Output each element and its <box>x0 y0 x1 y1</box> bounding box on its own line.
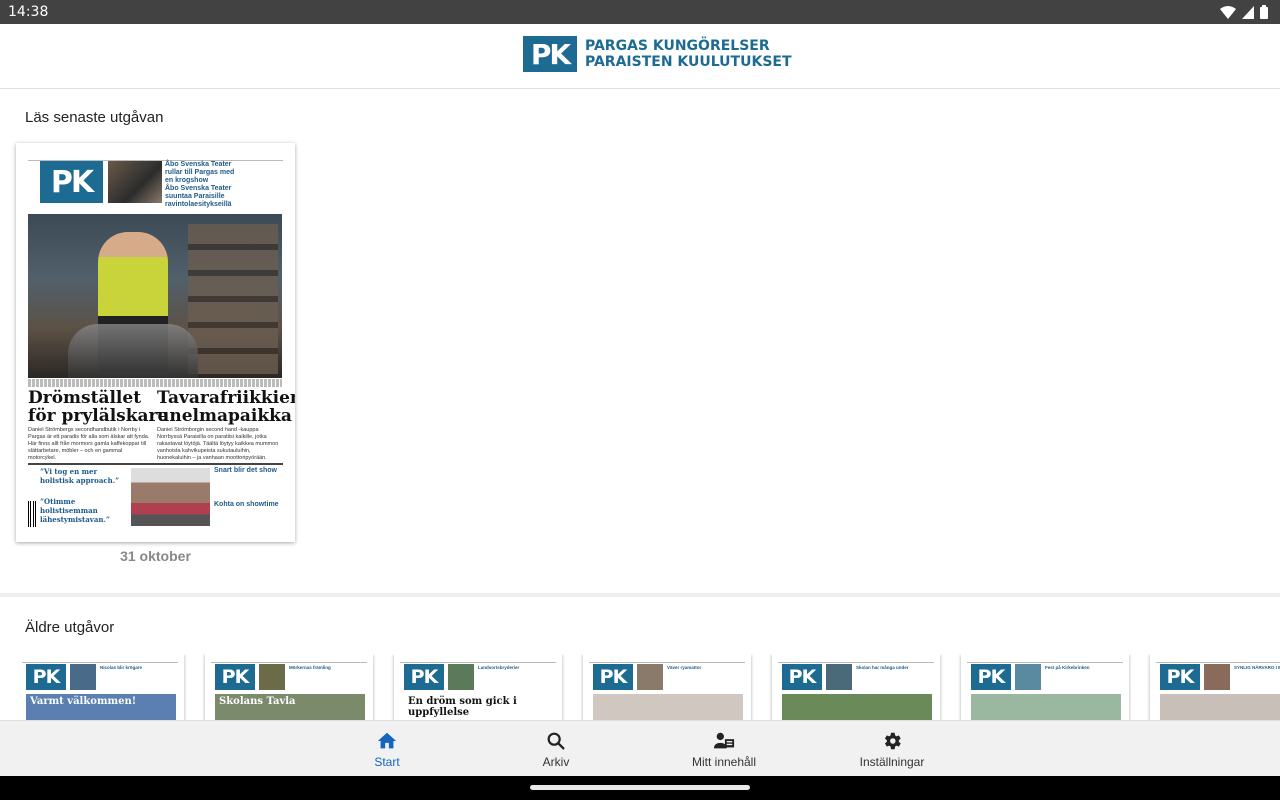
cover-teaser2-line3: ravintolaesitykseillä <box>165 201 232 208</box>
older-issue-teaser: Fest på Kirkebrinken <box>1045 665 1090 670</box>
older-issue-photo <box>782 694 932 720</box>
older-issue-thumbnail[interactable]: PK Landsortsbryderier En dröm som gick i u… <box>394 654 562 720</box>
nav-my-content[interactable]: Mitt innehåll <box>684 721 764 777</box>
home-icon <box>377 732 397 748</box>
older-issue-teaser: Landsortsbryderier <box>478 665 520 670</box>
cover-teaser1-line3: en krogshow <box>165 177 209 184</box>
older-issues-list[interactable]: PK Nicolas blir krögare Varmt välkommen! PK… <box>16 654 1280 720</box>
cover-teaser-image <box>108 161 162 203</box>
home-gesture-handle[interactable] <box>530 785 750 790</box>
older-issue-banner: Varmt välkommen! <box>30 696 137 707</box>
older-issue-logo: PK <box>971 664 1011 690</box>
older-issue-image <box>259 664 285 690</box>
nav-archive[interactable]: Arkiv <box>526 721 586 777</box>
bottom-navigation: Start Arkiv Mitt innehåll Inställningar <box>0 720 1280 777</box>
older-issue-thumbnail[interactable]: PK Mörkernas främling Skolans Tavla <box>205 654 373 720</box>
status-bar: 14:38 <box>0 0 1280 24</box>
older-issue-teaser: Nicolas blir krögare <box>100 665 143 670</box>
latest-section-title: Läs senaste utgåvan <box>25 109 164 126</box>
search-icon <box>547 732 565 750</box>
older-issue-teaser: Skolan har många under <box>856 665 909 670</box>
older-issue-image <box>1015 664 1041 690</box>
older-issue-banner: Skolans Tavla <box>219 696 296 707</box>
latest-issue-cover[interactable]: PK Åbo Svenska Teater rullar till Pargas… <box>16 143 295 542</box>
app-logo: PK PARGAS KUNGÖRELSER PARAISTEN KUULUTUK… <box>523 36 792 72</box>
logo-line-fi: PARAISTEN KUULUTUKSET <box>585 54 792 70</box>
older-issue-photo: En dröm som gick i uppfyllelse <box>404 694 554 720</box>
older-issue-logo: PK <box>26 664 66 690</box>
battery-icon <box>1260 5 1268 19</box>
older-section-title: Äldre utgåvor <box>25 619 115 636</box>
cover-small-photo <box>131 468 210 526</box>
cover-teaser1-line2: rullar till Pargas med <box>165 169 235 176</box>
signal-icon <box>1242 5 1254 19</box>
cover-logo: PK <box>40 161 103 203</box>
cover-side-fi: Kohta on showtime <box>214 501 279 508</box>
nav-archive-label: Arkiv <box>542 754 570 769</box>
wifi-icon <box>1220 5 1236 19</box>
older-issue-image <box>70 664 96 690</box>
older-issue-image <box>448 664 474 690</box>
older-issue-banner: En dröm som gick i uppfyllelse <box>408 696 517 718</box>
older-issue-photo: Varmt välkommen! <box>26 694 176 720</box>
older-issue-logo: PK <box>215 664 255 690</box>
older-issue-thumbnail[interactable]: PK Fest på Kirkebrinken <box>961 654 1129 720</box>
older-issue-logo: PK <box>404 664 444 690</box>
older-issue-image <box>1204 664 1230 690</box>
older-issue-photo <box>1160 694 1280 720</box>
cover-main-photo <box>28 214 282 378</box>
user-card-icon <box>713 732 735 748</box>
app-bar: PK PARGAS KUNGÖRELSER PARAISTEN KUULUTUK… <box>0 24 1280 89</box>
nav-my-content-label: Mitt innehåll <box>691 754 757 769</box>
older-issue-image <box>826 664 852 690</box>
nav-start[interactable]: Start <box>357 721 417 777</box>
older-issue-logo: PK <box>782 664 822 690</box>
cover-teaser1-line1: Åbo Svenska Teater <box>165 161 232 168</box>
status-time: 14:38 <box>8 4 49 20</box>
nav-start-label: Start <box>374 754 400 769</box>
cover-quote-fi: ”Otimme holistisemman lähestymistavan.” <box>40 497 110 524</box>
logo-mark: PK <box>523 36 577 72</box>
older-issue-teaser: Mörkernas främling <box>289 665 331 670</box>
cover-body-fi: Daniel Strömborgin second hand -kauppa N… <box>157 427 279 461</box>
cover-side-sv: Snart blir det show <box>214 467 278 474</box>
cover-headline-sv-2: för prylälskare <box>28 406 169 426</box>
older-issue-thumbnail[interactable]: PK Väver ryamattor <box>583 654 751 720</box>
older-issue-teaser: Väver ryamattor <box>667 665 702 670</box>
older-issue-teaser: SYNLIG NÄRVARO I ETT NÄTVERK <box>1234 665 1280 670</box>
older-issue-thumbnail[interactable]: PK Nicolas blir krögare Varmt välkommen! <box>16 654 184 720</box>
older-issue-photo <box>971 694 1121 720</box>
older-issue-logo: PK <box>1160 664 1200 690</box>
gear-icon <box>884 732 901 749</box>
cover-teaser2-line2: suuntaa Paraisille <box>165 193 225 200</box>
cover-headline-sv-1: Drömstället <box>28 388 142 408</box>
older-issue-logo: PK <box>593 664 633 690</box>
barcode-icon <box>28 501 38 527</box>
older-issue-photo <box>593 694 743 720</box>
nav-settings[interactable]: Inställningar <box>852 721 932 777</box>
nav-settings-label: Inställningar <box>859 754 925 769</box>
older-issue-photo: Skolans Tavla <box>215 694 365 720</box>
gesture-bar <box>0 776 1280 800</box>
logo-line-sv: PARGAS KUNGÖRELSER <box>585 38 770 54</box>
cover-headline-fi-2: unelmapaikka <box>157 406 292 426</box>
latest-issue-date: 31 oktober <box>120 548 191 564</box>
older-issue-thumbnail[interactable]: PK SYNLIG NÄRVARO I ETT NÄTVERK <box>1150 654 1280 720</box>
older-issue-image <box>637 664 663 690</box>
cover-headline-fi-1: Tavarafriikkien <box>157 388 295 408</box>
section-divider <box>0 593 1280 597</box>
cover-body-sv: Daniel Strömbergs secondhandbutik i Norr… <box>28 427 150 461</box>
cover-teaser2-line1: Åbo Svenska Teater <box>165 185 232 192</box>
cover-quote-sv: ”Vi tog en mer holistisk approach.” <box>40 467 120 485</box>
older-issue-thumbnail[interactable]: PK Skolan har många under <box>772 654 940 720</box>
